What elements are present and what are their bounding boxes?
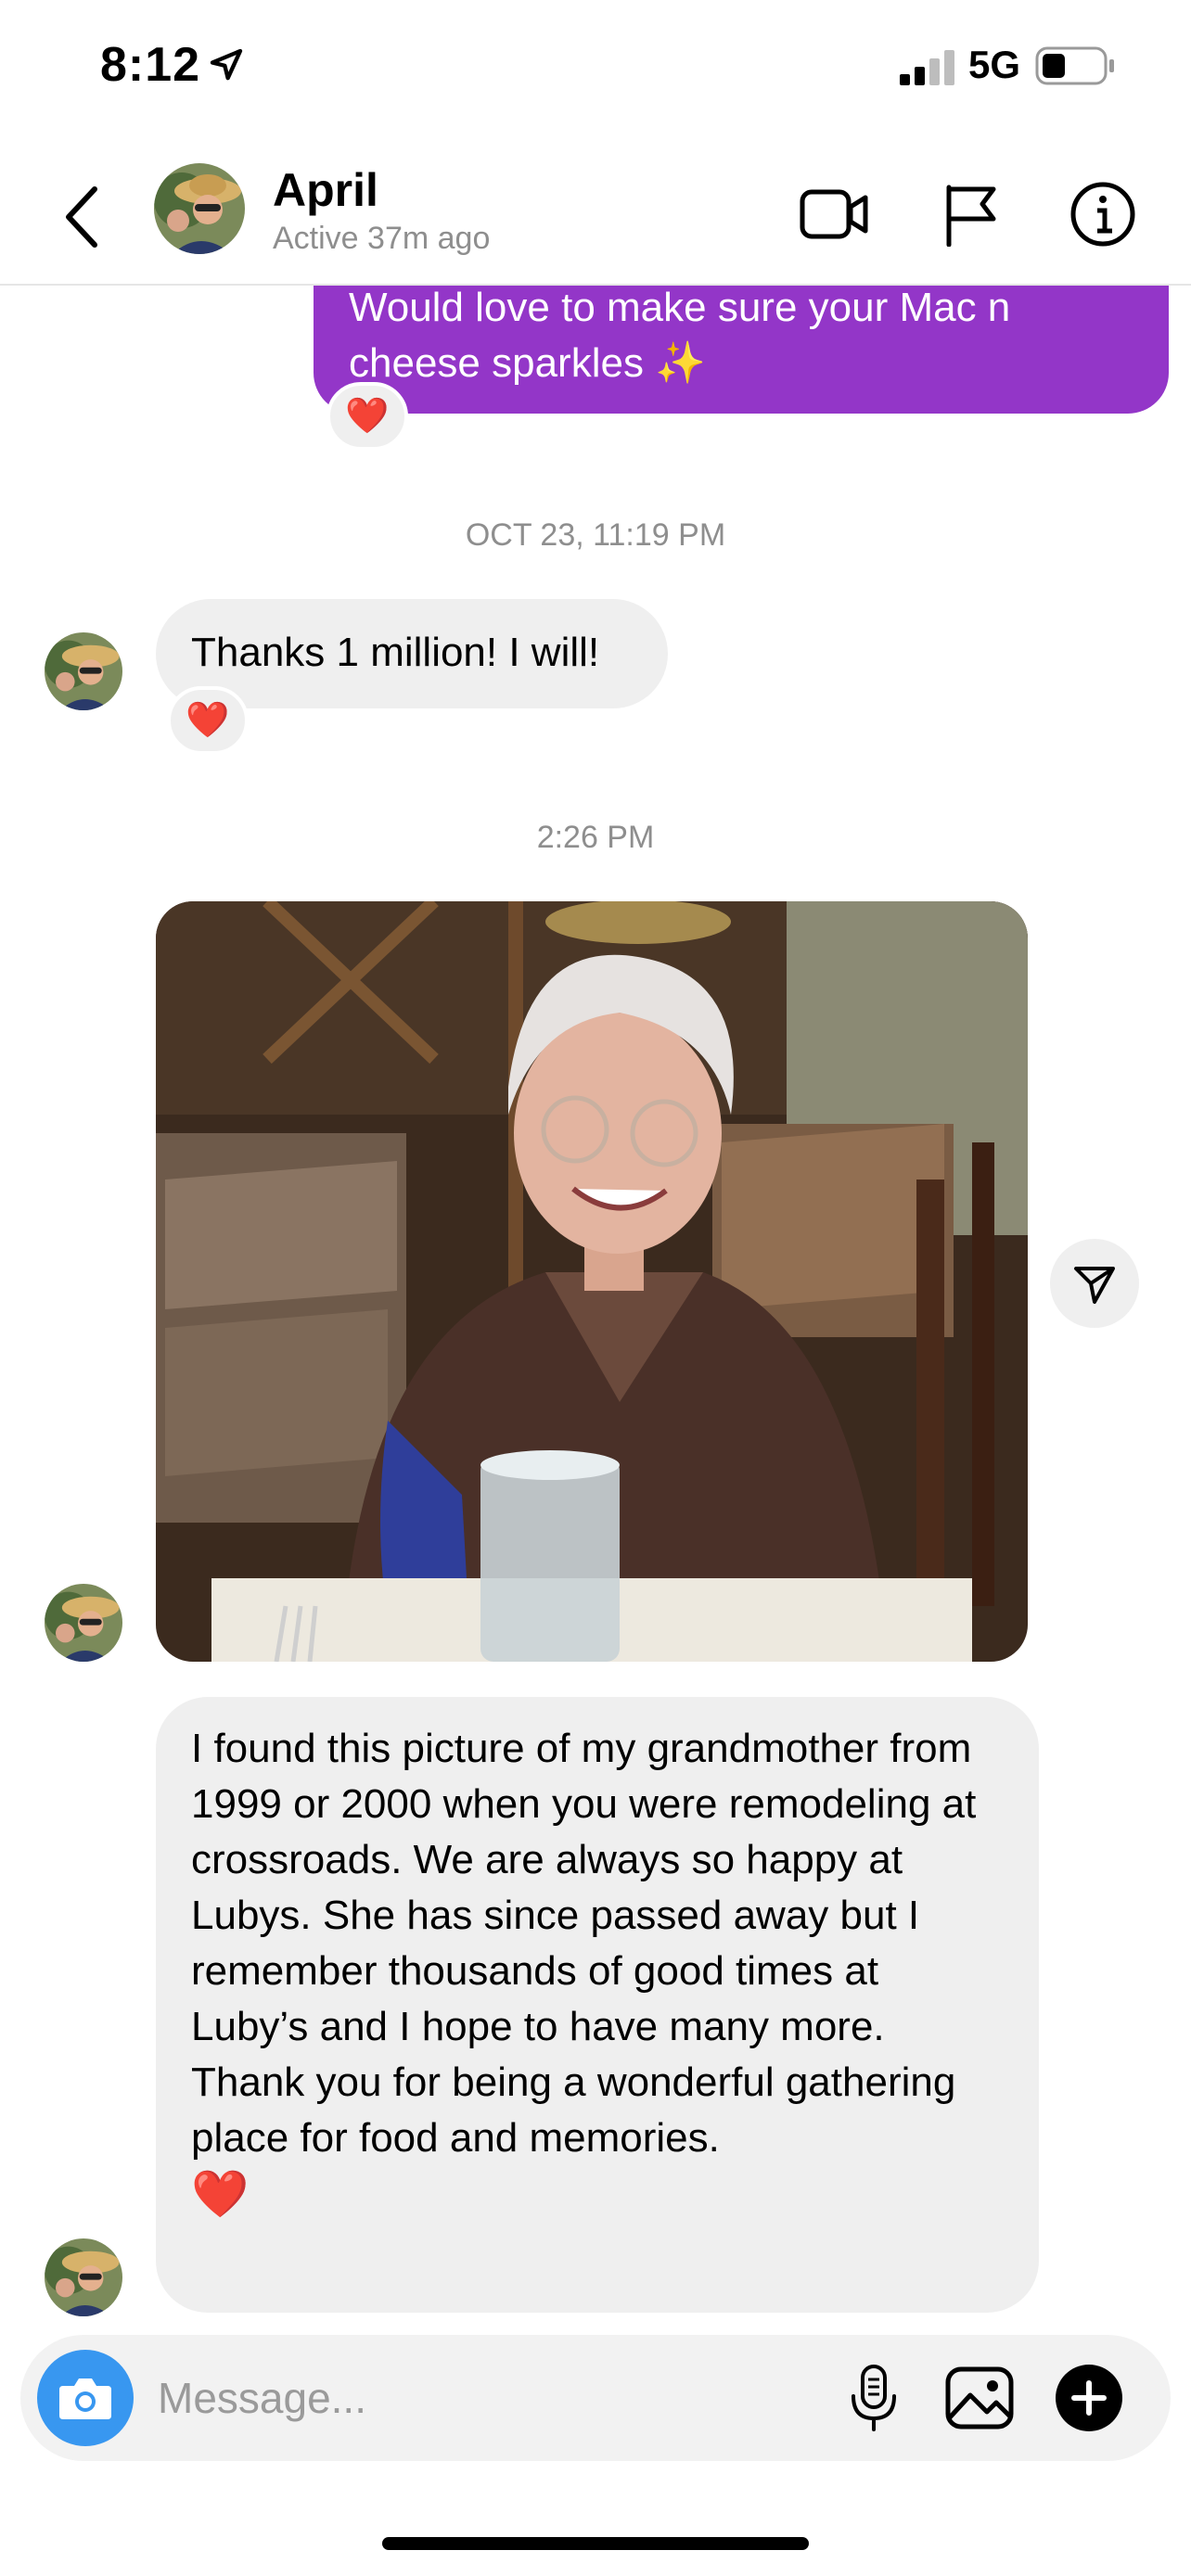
plus-icon[interactable] bbox=[1048, 2357, 1130, 2439]
home-indicator[interactable] bbox=[382, 2537, 809, 2550]
flag-icon[interactable] bbox=[931, 174, 1011, 254]
outgoing-message-bubble[interactable]: Would love to make sure your Mac n chees… bbox=[314, 286, 1169, 414]
signal-icon bbox=[900, 48, 957, 85]
info-icon[interactable] bbox=[1063, 174, 1143, 254]
message-input[interactable] bbox=[158, 2363, 807, 2433]
heart-icon: ❤️ bbox=[186, 701, 230, 740]
heart-reaction[interactable]: ❤️ bbox=[167, 686, 249, 755]
shared-photo[interactable] bbox=[156, 901, 1028, 1662]
status-bar: 8:12 5G bbox=[0, 0, 1191, 130]
heart-reaction[interactable]: ❤️ bbox=[327, 382, 408, 451]
timestamp: OCT 23, 11:19 PM bbox=[465, 517, 726, 553]
incoming-message-text: Thanks 1 million! I will! bbox=[191, 630, 600, 675]
message-thread[interactable]: Would love to make sure your Mac n chees… bbox=[0, 286, 1191, 2335]
timestamp: 2:26 PM bbox=[536, 820, 655, 855]
status-time: 8:12 bbox=[100, 38, 201, 92]
contact-active-status: Active 37m ago bbox=[273, 221, 491, 256]
sender-avatar[interactable] bbox=[45, 632, 122, 710]
back-chevron-icon[interactable] bbox=[54, 178, 109, 256]
microphone-icon[interactable] bbox=[833, 2357, 915, 2439]
chat-header: April Active 37m ago bbox=[0, 148, 1191, 286]
outgoing-message-line: cheese sparkles ✨ bbox=[349, 340, 706, 386]
incoming-message-text: I found this picture of my grandmother f… bbox=[191, 1726, 977, 2049]
sender-avatar[interactable] bbox=[45, 1584, 122, 1662]
contact-name[interactable]: April bbox=[273, 163, 378, 217]
sender-avatar[interactable] bbox=[45, 2238, 122, 2316]
network-label: 5G bbox=[968, 43, 1021, 86]
gallery-icon[interactable] bbox=[939, 2357, 1020, 2439]
battery-icon bbox=[1035, 46, 1117, 90]
heart-icon: ❤️ bbox=[191, 2168, 250, 2220]
incoming-message-text: Thank you for being a wonderful gatherin… bbox=[191, 2060, 956, 2161]
video-call-icon[interactable] bbox=[794, 174, 874, 254]
camera-icon[interactable] bbox=[37, 2350, 134, 2446]
message-composer bbox=[20, 2335, 1171, 2461]
heart-icon: ❤️ bbox=[345, 397, 390, 436]
location-arrow-icon bbox=[208, 46, 245, 88]
share-icon[interactable] bbox=[1050, 1239, 1139, 1328]
outgoing-message-line: Would love to make sure your Mac n bbox=[349, 286, 1011, 330]
contact-avatar[interactable] bbox=[154, 163, 245, 254]
incoming-message-bubble[interactable]: I found this picture of my grandmother f… bbox=[156, 1697, 1039, 2313]
